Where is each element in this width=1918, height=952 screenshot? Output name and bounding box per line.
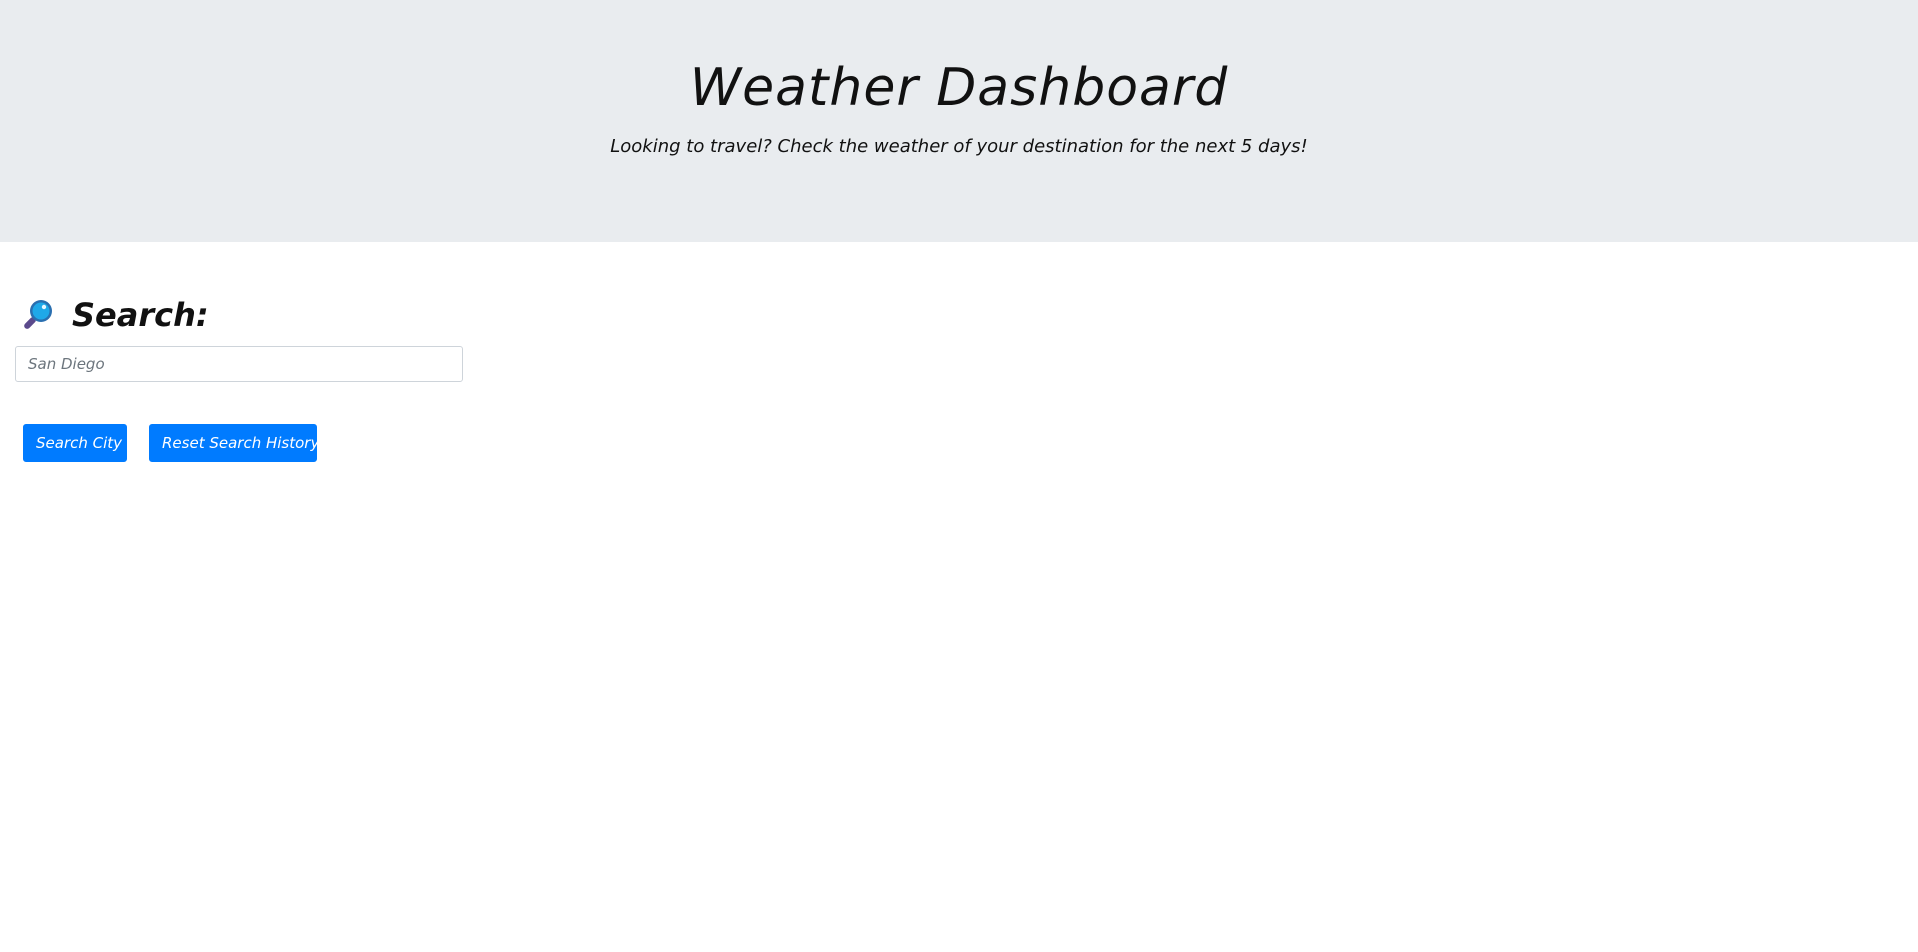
magnifying-glass-icon <box>20 297 56 333</box>
header-jumbotron: Weather Dashboard Looking to travel? Che… <box>0 0 1918 242</box>
search-city-button[interactable]: Search City <box>23 424 127 462</box>
city-search-input[interactable] <box>15 346 463 382</box>
page-subtitle: Looking to travel? Check the weather of … <box>610 136 1308 157</box>
search-heading-label: Search: <box>72 296 209 334</box>
search-heading: Search: <box>20 292 209 338</box>
page-title: Weather Dashboard <box>689 58 1229 118</box>
reset-search-history-button[interactable]: Reset Search History <box>149 424 319 462</box>
